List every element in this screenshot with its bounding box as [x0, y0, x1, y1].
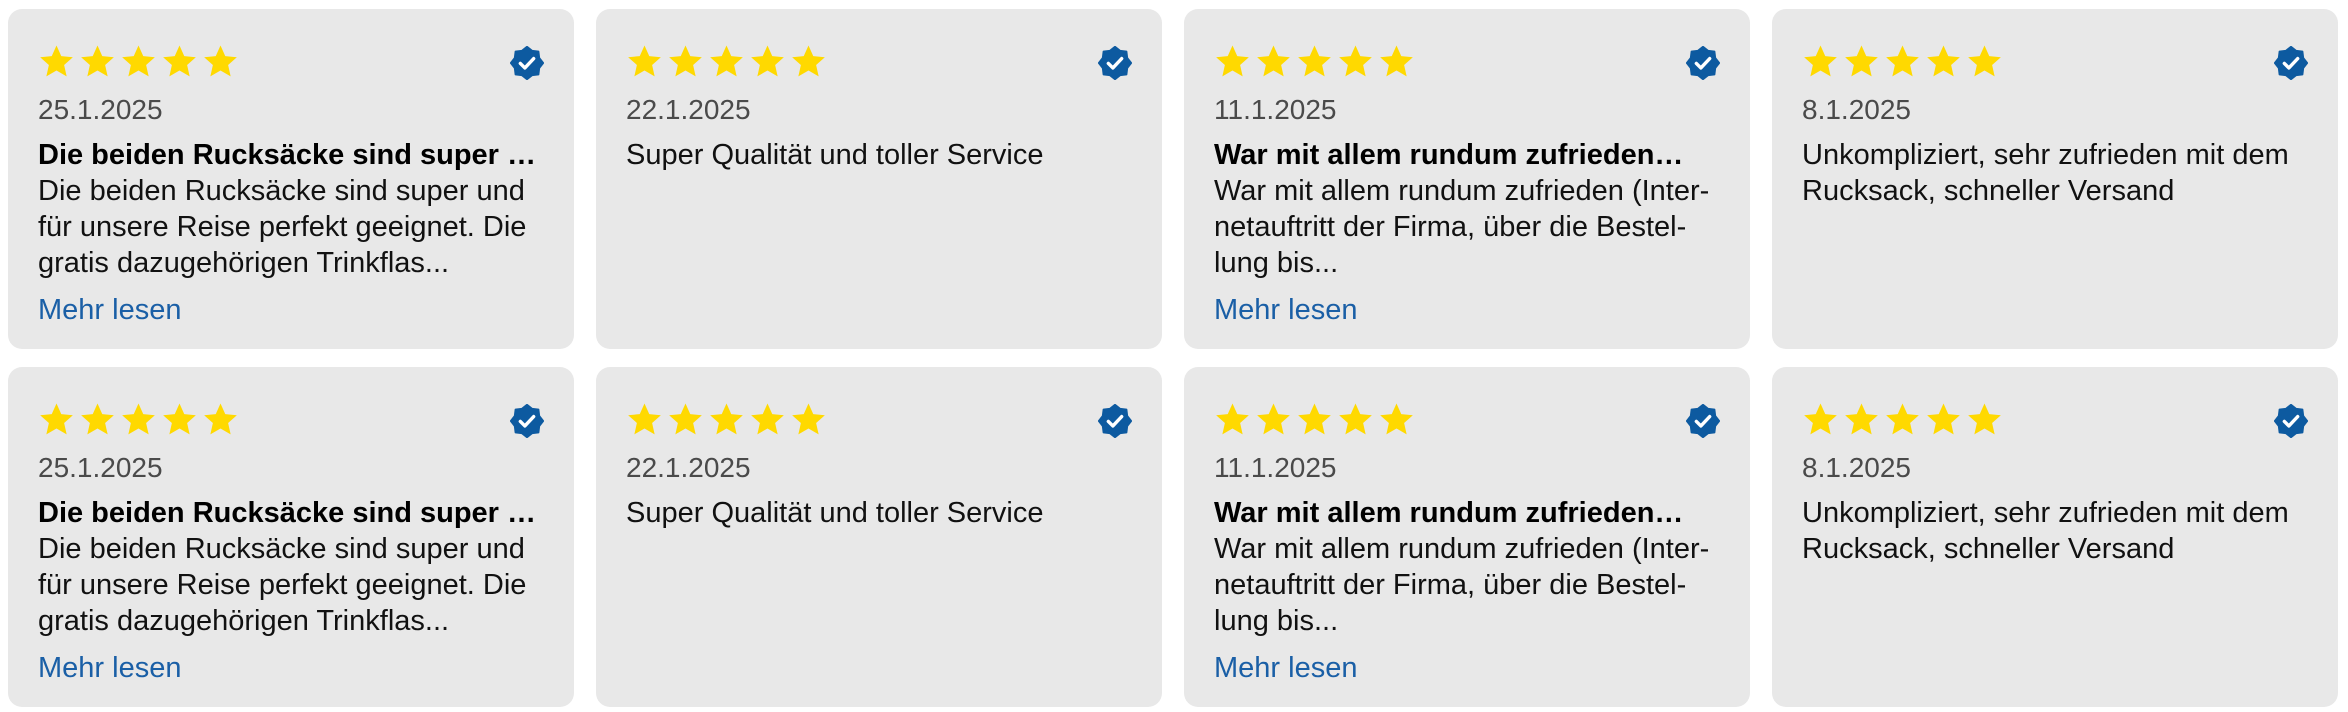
review-card: 22.1.2025 Super Qualität und toller Serv… [596, 9, 1162, 349]
star-icon [1968, 45, 2001, 77]
star-icon [1257, 45, 1290, 77]
star-icon [1339, 403, 1372, 435]
verified-badge-icon [510, 404, 544, 438]
verified-badge-icon [1098, 404, 1132, 438]
verified-badge-icon [2274, 46, 2308, 80]
rating-stars [38, 43, 239, 80]
review-date: 11.1.2025 [1214, 94, 1337, 125]
review-date: 8.1.2025 [1802, 94, 1911, 125]
star-icon [751, 45, 784, 77]
star-icon [204, 45, 237, 77]
star-icon [1380, 403, 1413, 435]
rating-stars [38, 401, 239, 438]
review-body: Unkompliziert, sehr zufrieden mit dem Ru… [1802, 497, 2289, 565]
star-icon [40, 45, 73, 77]
verified-badge-icon [1686, 46, 1720, 80]
review-card: 25.1.2025 Die beiden Rucksäcke sind supe… [8, 367, 574, 707]
star-icon [710, 403, 743, 435]
review-body: Unkompliziert, sehr zufrieden mit dem Ru… [1802, 139, 2289, 207]
star-icon [1886, 403, 1919, 435]
star-icon [1380, 45, 1413, 77]
rating-stars [1214, 401, 1415, 438]
read-more-link[interactable]: Mehr lesen [38, 292, 181, 328]
star-icon [122, 403, 155, 435]
rating-stars [1802, 401, 2003, 438]
star-icon [710, 45, 743, 77]
review-headline: War mit allem rundum zufrieden… [1214, 139, 1684, 171]
star-icon [1845, 403, 1878, 435]
verified-badge-icon [1098, 46, 1132, 80]
review-body: War mit allem rundum zufrieden (Inter­ne… [1214, 533, 1710, 637]
star-icon [1804, 403, 1837, 435]
review-card: 22.1.2025 Super Qualität und toller Serv… [596, 367, 1162, 707]
review-card: 8.1.2025 Unkompliziert, sehr zufrieden m… [1772, 367, 2338, 707]
star-icon [628, 45, 661, 77]
star-icon [1298, 45, 1331, 77]
review-headline: War mit allem rundum zufrieden… [1214, 497, 1684, 529]
review-card: 11.1.2025 War mit allem rundum zufrieden… [1184, 367, 1750, 707]
verified-badge-icon [2274, 404, 2308, 438]
review-headline: Die beiden Rucksäcke sind super … [38, 497, 537, 529]
reviews-grid: 25.1.2025 Die beiden Rucksäcke sind supe… [0, 0, 2348, 712]
review-card: 25.1.2025 Die beiden Rucksäcke sind supe… [8, 9, 574, 349]
review-body: War mit allem rundum zufrieden (Inter­ne… [1214, 175, 1710, 279]
rating-stars [626, 43, 827, 80]
star-icon [163, 45, 196, 77]
review-card: 11.1.2025 War mit allem rundum zufrieden… [1184, 9, 1750, 349]
star-icon [81, 45, 114, 77]
verified-badge-icon [510, 46, 544, 80]
review-date: 25.1.2025 [38, 94, 163, 125]
review-date: 22.1.2025 [626, 94, 751, 125]
review-card: 8.1.2025 Unkompliziert, sehr zufrieden m… [1772, 9, 2338, 349]
star-icon [628, 403, 661, 435]
review-date: 22.1.2025 [626, 452, 751, 483]
verified-badge-icon [1686, 404, 1720, 438]
star-icon [1216, 45, 1249, 77]
star-icon [1339, 45, 1372, 77]
review-date: 11.1.2025 [1214, 452, 1337, 483]
rating-stars [1214, 43, 1415, 80]
star-icon [751, 403, 784, 435]
review-body: Super Qualität und toller Service [626, 139, 1044, 171]
review-headline: Die beiden Rucksäcke sind super … [38, 139, 537, 171]
star-icon [669, 45, 702, 77]
read-more-link[interactable]: Mehr lesen [1214, 650, 1357, 686]
star-icon [1298, 403, 1331, 435]
star-icon [163, 403, 196, 435]
star-icon [1968, 403, 2001, 435]
read-more-link[interactable]: Mehr lesen [38, 650, 181, 686]
star-icon [1845, 45, 1878, 77]
star-icon [1927, 45, 1960, 77]
star-icon [122, 45, 155, 77]
star-icon [792, 403, 825, 435]
rating-stars [1802, 43, 2003, 80]
star-icon [669, 403, 702, 435]
review-body: Die beiden Rucksäcke sind super und für … [38, 175, 527, 279]
star-icon [81, 403, 114, 435]
star-icon [1216, 403, 1249, 435]
star-icon [792, 45, 825, 77]
star-icon [1804, 45, 1837, 77]
rating-stars [626, 401, 827, 438]
star-icon [1886, 45, 1919, 77]
review-date: 25.1.2025 [38, 452, 163, 483]
review-date: 8.1.2025 [1802, 452, 1911, 483]
star-icon [204, 403, 237, 435]
star-icon [1927, 403, 1960, 435]
read-more-link[interactable]: Mehr lesen [1214, 292, 1357, 328]
star-icon [40, 403, 73, 435]
review-body: Die beiden Rucksäcke sind super und für … [38, 533, 527, 637]
review-body: Super Qualität und toller Service [626, 497, 1044, 529]
star-icon [1257, 403, 1290, 435]
